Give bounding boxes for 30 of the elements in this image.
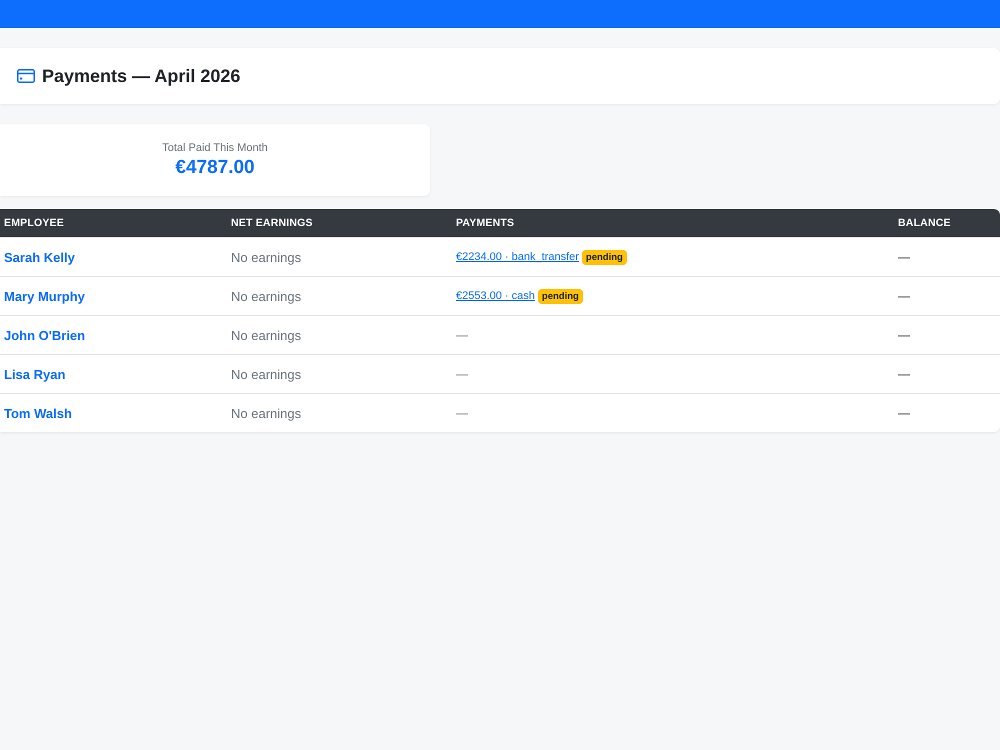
credit-card-icon (17, 69, 35, 83)
empty-value: — (456, 406, 468, 420)
page-title: Payments — April 2026 (42, 66, 240, 86)
stat-value: €4787.00 (175, 156, 255, 178)
employee-link[interactable]: Tom Walsh (4, 406, 72, 420)
column-header: NET EARNINGS (230, 217, 314, 229)
column-header: EMPLOYEE (3, 217, 65, 229)
payment-link[interactable]: €2553.00 · cash (456, 290, 535, 302)
balance-value: — (898, 406, 910, 420)
payment-link[interactable]: €2234.00 · bank_transfer (456, 251, 579, 263)
column-header: PAYMENTS (455, 217, 516, 229)
status-badge: pending (582, 250, 627, 264)
balance-value: — (898, 328, 910, 342)
status-badge: pending (538, 288, 583, 304)
net-earnings-text: No earnings (231, 406, 302, 420)
employee-link[interactable]: Sarah Kelly (4, 250, 75, 264)
net-earnings-text: No earnings (231, 366, 302, 382)
empty-value: — (456, 328, 468, 342)
employee-link[interactable]: John O'Brien (4, 328, 86, 342)
column-header: BALANCE (897, 217, 952, 229)
empty-value: — (456, 367, 468, 381)
net-earnings-text: No earnings (231, 250, 302, 264)
net-earnings-text: No earnings (231, 328, 302, 342)
balance-value: — (898, 367, 910, 381)
employee-link[interactable]: Lisa Ryan (4, 366, 66, 382)
balance-value: — (898, 289, 910, 303)
balance-value: — (898, 250, 910, 264)
net-earnings-text: No earnings (231, 288, 302, 304)
employee-link[interactable]: Mary Murphy (4, 288, 85, 304)
stat-label: Total Paid This Month (162, 142, 268, 154)
